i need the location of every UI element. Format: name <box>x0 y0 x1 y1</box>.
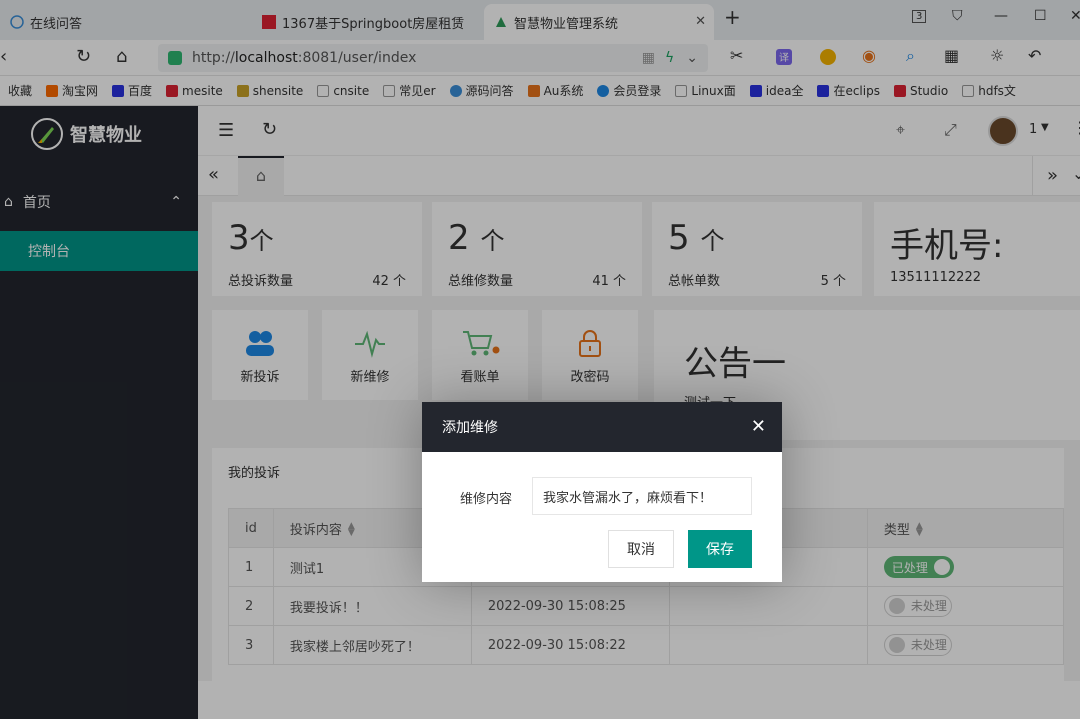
dialog-header: 添加维修 ✕ <box>422 402 782 452</box>
dialog-title: 添加维修 <box>442 420 498 436</box>
repair-content-label: 维修内容 <box>460 492 513 507</box>
repair-content-input[interactable] <box>532 477 752 515</box>
modal-overlay[interactable] <box>0 0 1080 719</box>
add-repair-dialog: 添加维修 ✕ 维修内容 取消 保存 <box>422 402 782 582</box>
close-icon[interactable]: ✕ <box>751 416 766 437</box>
save-button[interactable]: 保存 <box>688 530 752 568</box>
cancel-button[interactable]: 取消 <box>608 530 674 568</box>
